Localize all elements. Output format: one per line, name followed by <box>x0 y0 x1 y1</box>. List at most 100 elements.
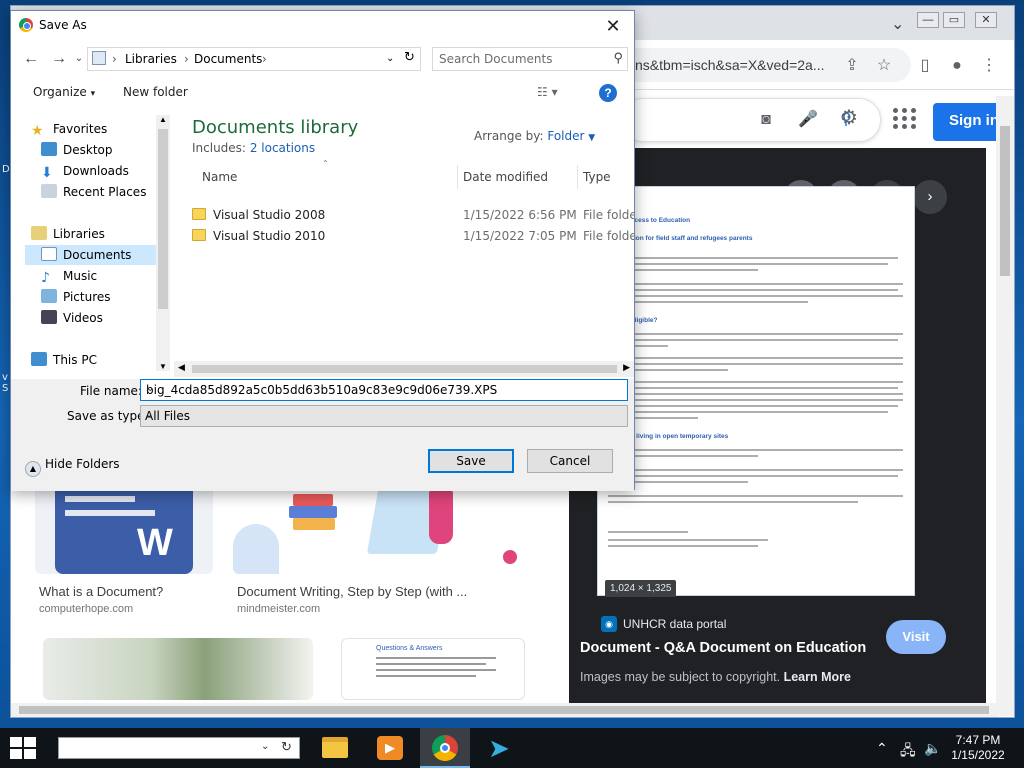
volume-icon[interactable]: 🔈 <box>924 740 941 757</box>
forward-arrow-icon[interactable]: → <box>49 49 69 69</box>
new-folder-button[interactable]: New folder <box>123 85 188 99</box>
result-image-document-writing[interactable] <box>233 484 525 574</box>
search-icon[interactable]: ⚲ <box>613 50 623 66</box>
hide-folders-button[interactable]: ▲ Hide Folders <box>25 457 120 477</box>
close-window-button[interactable]: ✕ <box>975 12 997 28</box>
preview-source-label: UNHCR data portal <box>623 617 727 631</box>
view-options-icon[interactable]: ☷ ▾ <box>537 85 558 99</box>
unhcr-logo-icon: ◉ <box>601 616 617 632</box>
preview-title[interactable]: Document - Q&A Document on Education <box>580 640 866 656</box>
address-breadcrumb[interactable]: › Libraries › Documents › ⌄ ↻ <box>87 47 421 71</box>
taskbar: ⌄ ↻ ▶ ➤ ⌃ 🖧 🔈 7:47 PM 1/15/2022 <box>0 728 1024 768</box>
navigation-pane: ★ Favorites Desktop ⬇ Downloads Recent Pla… <box>15 115 171 371</box>
result-source[interactable]: mindmeister.com <box>237 603 320 615</box>
table-row[interactable]: Visual Studio 2010 1/15/2022 7:05 PM Fil… <box>188 226 634 247</box>
includes-locations-link[interactable]: 2 locations <box>250 141 315 155</box>
file-list-pane: Documents library Includes: 2 locations … <box>174 111 634 379</box>
nav-item-music[interactable]: ♪ Music <box>41 266 171 286</box>
network-icon[interactable]: 🖧 <box>900 740 916 764</box>
settings-gear-icon[interactable]: ⚙ <box>837 106 861 130</box>
google-apps-icon[interactable] <box>891 106 916 130</box>
search-input[interactable]: Search Documents ⚲ <box>432 47 628 71</box>
result-source[interactable]: computerhope.com <box>39 603 133 615</box>
column-header-name[interactable]: Name <box>196 165 237 189</box>
column-header-date[interactable]: Date modified <box>457 165 548 189</box>
learn-more-link[interactable]: Learn More <box>784 670 851 684</box>
taskbar-address-input[interactable]: ⌄ ↻ <box>58 737 300 759</box>
refresh-icon[interactable]: ↻ <box>404 50 415 65</box>
help-icon[interactable]: ? <box>599 84 617 102</box>
chevron-down-icon: ▾ <box>90 89 96 99</box>
arrange-value[interactable]: Folder <box>547 129 584 143</box>
bookmark-star-icon[interactable]: ☆ <box>872 54 896 78</box>
taskbar-telegram[interactable]: ➤ <box>476 728 526 768</box>
taskbar-chrome[interactable] <box>420 728 470 768</box>
downloads-icon: ⬇ <box>41 165 53 181</box>
arrange-by[interactable]: Arrange by: Folder ▼ <box>474 129 595 143</box>
chevron-down-icon[interactable]: ⌄ <box>146 383 623 394</box>
address-dropdown-icon[interactable]: ⌄ <box>386 53 394 64</box>
share-icon[interactable]: ⇪ <box>840 54 864 78</box>
nav-item-libraries[interactable]: Libraries <box>31 224 171 244</box>
address-bar[interactable]: ns&tbm=isch&sa=X&ved=2a... <box>611 48 911 82</box>
nav-item-downloads[interactable]: ⬇ Downloads <box>41 161 171 181</box>
refresh-icon[interactable]: ↻ <box>281 739 292 755</box>
table-row[interactable]: Visual Studio 2008 1/15/2022 6:56 PM Fil… <box>188 205 634 226</box>
save-type-label: Save as type: <box>67 409 149 423</box>
minimize-button[interactable]: — <box>917 12 939 28</box>
result-title[interactable]: Document Writing, Step by Step (with ... <box>237 584 467 599</box>
visit-button[interactable]: Visit <box>886 620 946 654</box>
nav-item-videos[interactable]: Videos <box>41 308 171 328</box>
nav-item-desktop[interactable]: Desktop <box>41 140 171 160</box>
result-title[interactable]: What is a Document? <box>39 584 163 599</box>
taskbar-media-player[interactable]: ▶ <box>365 728 415 768</box>
nav-item-label: Libraries <box>53 227 105 241</box>
page-vertical-scrollbar[interactable] <box>996 96 1014 716</box>
nav-pane-scrollbar[interactable]: ▲ ▼ <box>156 115 170 371</box>
result-image-plant[interactable] <box>43 638 313 700</box>
menu-kebab-icon[interactable]: ⋮ <box>977 54 1001 78</box>
page-horizontal-scrollbar[interactable] <box>11 703 998 717</box>
recent-locations-chevron-icon[interactable]: ⌄ <box>69 49 89 69</box>
preview-source[interactable]: ◉ UNHCR data portal <box>601 616 726 632</box>
voice-search-icon[interactable]: 🎤 <box>796 108 820 132</box>
organize-button[interactable]: Organize ▾ <box>33 85 95 99</box>
file-list-horizontal-scrollbar[interactable]: ◀ ▶ <box>174 361 634 377</box>
chevron-down-icon[interactable]: ⌄ <box>261 741 269 752</box>
breadcrumb-libraries[interactable]: Libraries <box>125 52 177 66</box>
sort-indicator-icon: ⌃ <box>322 159 329 168</box>
cancel-button[interactable]: Cancel <box>527 449 613 473</box>
file-name-input[interactable]: big_4cda85d892a5c0b5dd63b510a9c83e9c9d06… <box>140 379 628 401</box>
result-image-qa-document[interactable]: Questions & Answers <box>341 638 525 700</box>
back-arrow-icon[interactable]: ← <box>21 49 41 69</box>
pictures-icon <box>41 289 57 303</box>
organize-label: Organize <box>33 85 87 99</box>
nav-item-pictures[interactable]: Pictures <box>41 287 171 307</box>
restore-button[interactable]: ▭ <box>943 12 965 28</box>
preview-document-image[interactable]: Q&A: Access to Education Information for… <box>597 186 915 596</box>
camera-search-icon[interactable]: ◙ <box>754 108 778 132</box>
library-location-icon <box>92 51 106 65</box>
taskbar-file-explorer[interactable] <box>310 728 360 768</box>
nav-item-label: Videos <box>63 311 103 325</box>
next-image-icon[interactable]: › <box>913 180 947 214</box>
column-header-type[interactable]: Type <box>577 165 611 189</box>
show-hidden-icons-chevron-icon[interactable]: ⌃ <box>876 740 888 757</box>
system-clock[interactable]: 7:47 PM 1/15/2022 <box>946 733 1010 763</box>
breadcrumb-documents[interactable]: Documents <box>194 52 262 66</box>
copyright-notice: Images may be subject to copyright. Lear… <box>580 670 851 684</box>
save-type-select[interactable]: All Files ⌄ <box>140 405 628 427</box>
start-windows-icon[interactable] <box>10 737 38 759</box>
result-image-word-document[interactable]: W <box>35 484 213 574</box>
save-button[interactable]: Save <box>428 449 514 473</box>
nav-item-recent-places[interactable]: Recent Places <box>41 182 171 202</box>
side-panel-icon[interactable]: ▯ <box>913 54 937 78</box>
chevron-down-icon: ▼ <box>588 133 596 143</box>
nav-item-favorites[interactable]: ★ Favorites <box>31 119 171 139</box>
nav-item-documents[interactable]: Documents <box>25 245 165 265</box>
breadcrumb-separator: › <box>184 52 189 66</box>
nav-item-this-pc[interactable]: This PC <box>31 350 171 370</box>
profile-avatar-icon[interactable]: ● <box>945 54 969 78</box>
tab-search-chevron-icon[interactable]: ⌄ <box>891 14 904 34</box>
dialog-close-button[interactable]: ✕ <box>598 14 628 38</box>
